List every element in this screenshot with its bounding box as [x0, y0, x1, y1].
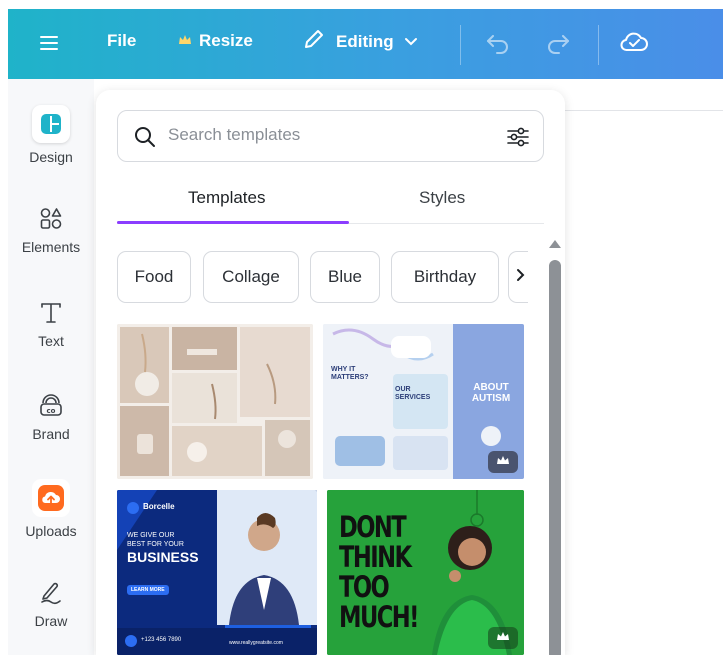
- template-text: Borcelle: [143, 502, 175, 511]
- crown-icon: [496, 629, 510, 647]
- svg-text:co: co: [47, 407, 56, 415]
- template-text: BEST FOR YOUR: [127, 541, 184, 548]
- file-label: File: [107, 31, 137, 50]
- chip-birthday[interactable]: Birthday: [391, 251, 499, 303]
- cloud-check-icon[interactable]: [619, 29, 649, 55]
- sidebar-label: Brand: [32, 426, 70, 442]
- menu-icon[interactable]: [38, 31, 62, 55]
- template-text: MUCH!: [339, 600, 419, 634]
- canvas-divider: [565, 110, 723, 111]
- filter-icon[interactable]: [505, 124, 531, 155]
- template-text: TOO: [339, 570, 390, 604]
- sidebar-label: Draw: [34, 613, 68, 629]
- template-text: WHY IT MATTERS?: [331, 366, 369, 381]
- template-thumbnail-collage[interactable]: [117, 324, 313, 479]
- template-text: ABOUT AUTISM: [471, 382, 511, 404]
- undo-icon[interactable]: [485, 30, 511, 54]
- left-sidebar: Design Elements Text co Brand Uploads Dr…: [8, 79, 94, 655]
- premium-badge: [488, 627, 518, 649]
- tab-styles[interactable]: Styles: [419, 188, 465, 208]
- active-tab-indicator: [117, 221, 349, 224]
- template-text: THINK: [339, 540, 412, 574]
- template-thumbnail-dont-think[interactable]: DONT THINK TOO MUCH!: [327, 490, 524, 655]
- sidebar-label: Elements: [21, 239, 81, 255]
- sidebar-item-design[interactable]: Design: [8, 105, 94, 165]
- crown-icon: [496, 453, 510, 471]
- scrollbar-thumb[interactable]: [549, 260, 561, 655]
- sidebar-item-elements[interactable]: Elements: [8, 203, 94, 255]
- text-icon: [36, 297, 66, 327]
- crown-icon: [178, 31, 192, 51]
- resize-label: Resize: [199, 31, 253, 50]
- search-icon: [133, 125, 157, 154]
- template-text: WE GIVE OUR: [127, 532, 175, 539]
- template-text: LEARN MORE: [127, 585, 169, 595]
- sidebar-item-brand[interactable]: co Brand: [8, 390, 94, 442]
- search-input[interactable]: [168, 125, 488, 145]
- template-thumbnail-business[interactable]: Borcelle WE GIVE OUR BEST FOR YOUR BUSIN…: [117, 490, 317, 655]
- topbar-divider: [598, 25, 599, 65]
- draw-icon: [36, 577, 66, 607]
- topbar-divider: [460, 25, 461, 65]
- template-text: BUSINESS: [127, 549, 199, 565]
- pencil-icon: [302, 27, 326, 56]
- chip-food[interactable]: Food: [117, 251, 191, 303]
- template-thumbnail-autism[interactable]: WHY IT MATTERS? OUR SERVICES ABOUT AUTIS…: [323, 324, 524, 479]
- template-text: +123 456 7890: [141, 637, 182, 643]
- search-box[interactable]: [117, 110, 544, 162]
- chevron-down-icon: [404, 32, 418, 52]
- chevron-right-icon: [516, 268, 526, 287]
- template-text: OUR SERVICES: [395, 386, 431, 401]
- tab-templates[interactable]: Templates: [188, 188, 265, 208]
- template-text: DONT: [339, 510, 407, 544]
- file-menu-button[interactable]: File: [107, 31, 136, 51]
- resize-button[interactable]: Resize: [178, 31, 253, 51]
- sidebar-item-text[interactable]: Text: [8, 297, 94, 349]
- canvas-area: [565, 79, 723, 655]
- sidebar-item-uploads[interactable]: Uploads: [8, 479, 94, 539]
- top-bar: File Resize Editing: [8, 9, 723, 79]
- brand-icon: co: [36, 390, 66, 420]
- sidebar-item-draw[interactable]: Draw: [8, 577, 94, 629]
- redo-icon[interactable]: [545, 30, 571, 54]
- scroll-up-arrow[interactable]: [549, 240, 561, 248]
- chips-next-button[interactable]: [508, 251, 528, 303]
- elements-icon: [36, 203, 66, 233]
- uploads-icon: [32, 479, 70, 517]
- editing-mode-button[interactable]: Editing: [302, 27, 418, 56]
- premium-badge: [488, 451, 518, 473]
- sidebar-label: Design: [29, 149, 73, 165]
- chip-collage[interactable]: Collage: [203, 251, 299, 303]
- templates-panel: Templates Styles Food Collage Blue Birth…: [96, 90, 565, 655]
- editing-label: Editing: [336, 31, 394, 51]
- chip-blue[interactable]: Blue: [310, 251, 380, 303]
- sidebar-label: Text: [38, 333, 64, 349]
- template-text: www.reallygreatsite.com: [229, 640, 283, 646]
- sidebar-label: Uploads: [25, 523, 77, 539]
- design-icon: [32, 105, 70, 143]
